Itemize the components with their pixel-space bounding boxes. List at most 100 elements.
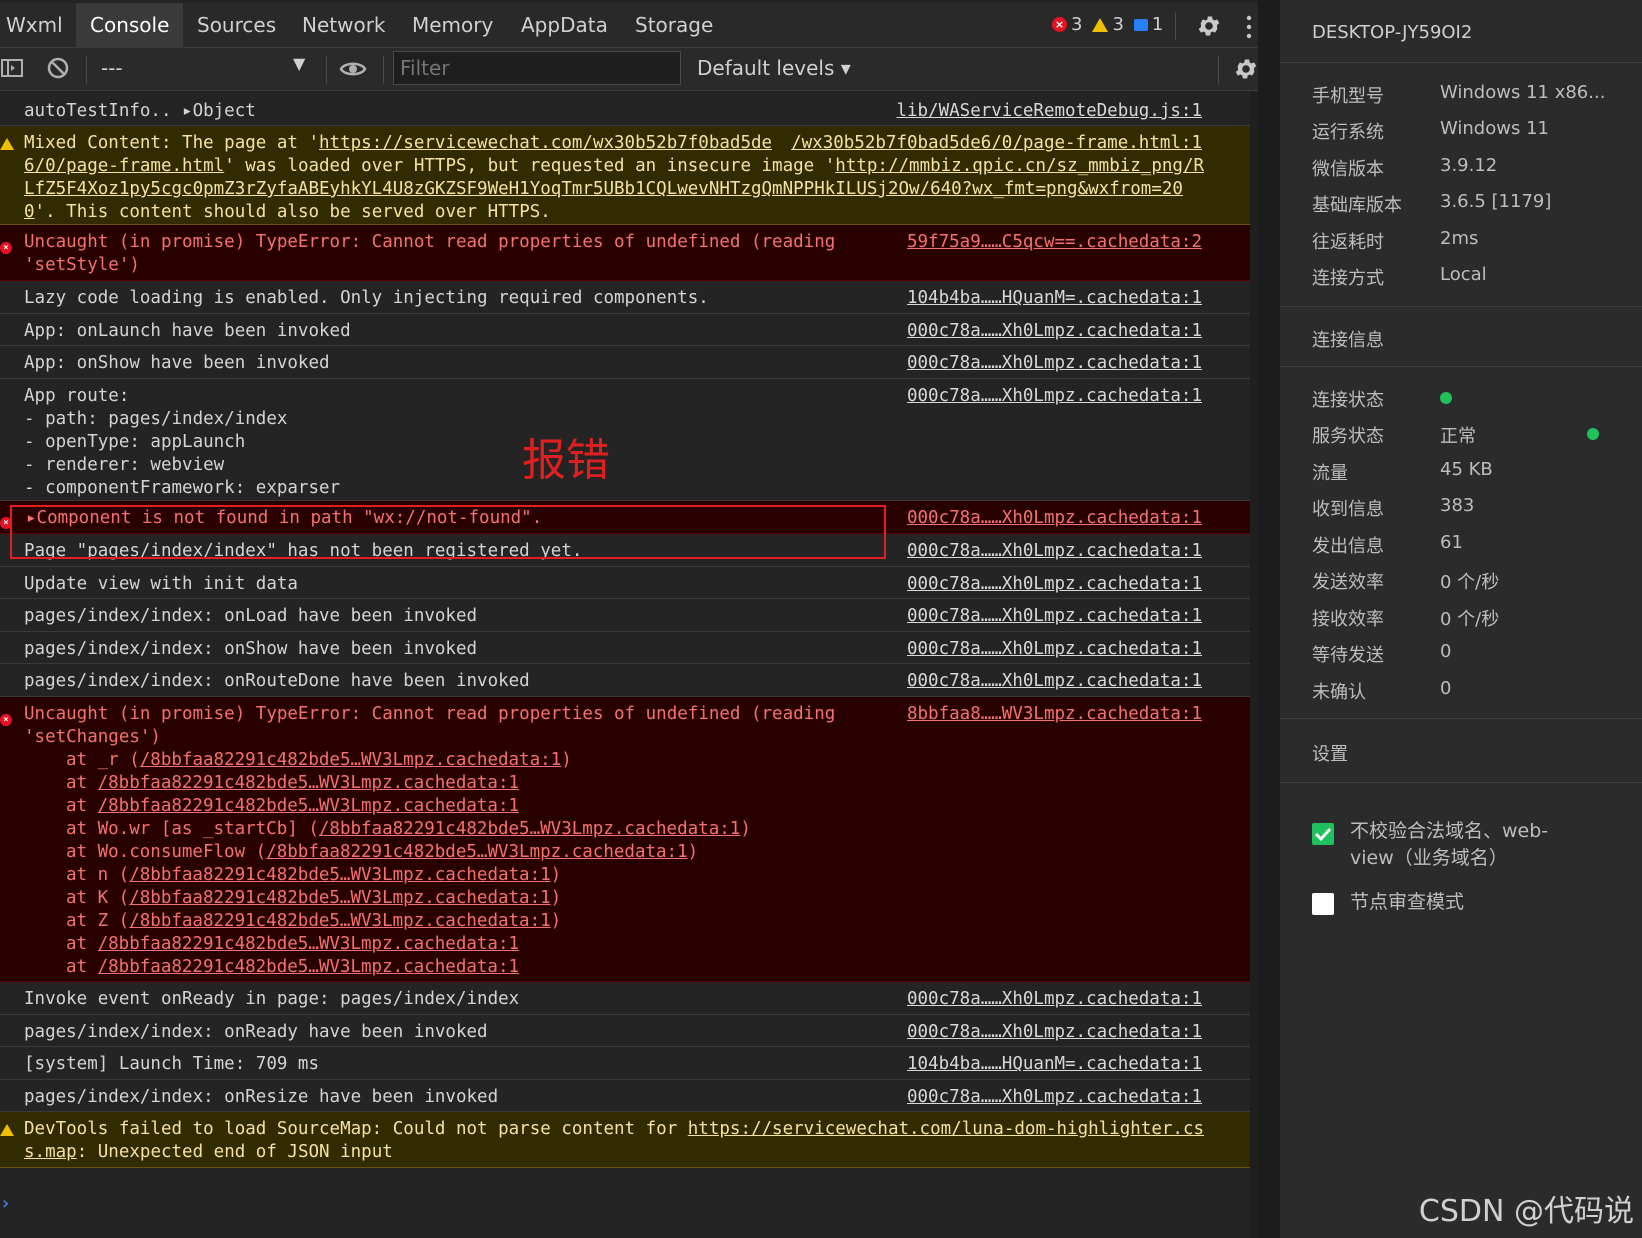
- issue-counter[interactable]: × 3 3 1: [1052, 14, 1163, 35]
- error-row: × Uncaught (in promise) TypeError: Canno…: [0, 225, 1250, 281]
- connected-status-dot: [1440, 392, 1452, 404]
- log-levels-dropdown[interactable]: Default levels ▾: [697, 56, 851, 80]
- service-status-dot: [1587, 428, 1599, 440]
- live-expression-eye-icon[interactable]: [339, 58, 367, 80]
- unacknowledged: 未确认 0: [1312, 678, 1452, 703]
- sourcemap-url-link[interactable]: https://servicewechat.com/luna-dom-highl…: [688, 1119, 1204, 1139]
- page-url-link[interactable]: https://servicewechat.com/wx30b52b7f0bad…: [319, 133, 772, 153]
- stack-frame-link[interactable]: /8bbfaa82291c482bde5…WV3Lmpz.cachedata:1: [129, 865, 550, 885]
- tab-memory[interactable]: Memory: [398, 3, 507, 48]
- tab-wxml[interactable]: Wxml: [0, 3, 77, 48]
- tab-storage[interactable]: Storage: [621, 3, 727, 48]
- stack-frame-link[interactable]: /8bbfaa82291c482bde5…WV3Lmpz.cachedata:1: [98, 934, 519, 954]
- log-row: Update view with init data 000c78a……Xh0L…: [0, 567, 1250, 599]
- conn-status: 连接状态: [1312, 386, 1452, 412]
- tab-network[interactable]: Network: [288, 3, 400, 48]
- divider: [1280, 366, 1642, 367]
- node-inspect-checkbox[interactable]: [1312, 893, 1334, 915]
- stack-trace: at _r (/8bbfaa82291c482bde5…WV3Lmpz.cach…: [66, 749, 751, 979]
- watermark: CSDN @代码说: [1418, 1194, 1634, 1229]
- filter-input[interactable]: [393, 51, 681, 85]
- source-link[interactable]: 104b4ba……HQuanM=.cachedata:1: [907, 1053, 1202, 1076]
- warning-count: 3: [1112, 14, 1124, 35]
- source-link[interactable]: /wx30b52b7f0bad5de6/0/page-frame.html:1: [791, 132, 1202, 155]
- more-menu-icon[interactable]: [1245, 15, 1253, 39]
- message-icon: [1133, 18, 1148, 31]
- page-url-link[interactable]: 6/0/page-frame.html: [24, 156, 224, 176]
- context-selector[interactable]: ---: [101, 56, 123, 80]
- console-scrollbar[interactable]: [1250, 92, 1258, 1238]
- log-row: Invoke event onReady in page: pages/inde…: [0, 982, 1250, 1015]
- console-prompt-icon[interactable]: ›: [2, 1193, 9, 1214]
- context-dropdown-icon[interactable]: ▼: [293, 54, 305, 73]
- skip-domain-check-label[interactable]: 不校验合法域名、web- view（业务域名）: [1350, 818, 1548, 872]
- divider: [1280, 718, 1642, 719]
- panel-divider[interactable]: [1258, 0, 1280, 1238]
- source-link[interactable]: 000c78a……Xh0Lmpz.cachedata:1: [907, 988, 1202, 1011]
- divider: [1280, 306, 1642, 307]
- log-message: pages/index/index: onLoad have been invo…: [24, 606, 478, 626]
- log-row: Lazy code loading is enabled. Only injec…: [0, 281, 1250, 314]
- source-link[interactable]: 000c78a……Xh0Lmpz.cachedata:1: [907, 573, 1202, 596]
- skip-domain-check-checkbox[interactable]: [1312, 823, 1334, 845]
- image-url-link[interactable]: 0: [24, 202, 35, 222]
- console-toolbar: --- ▼ Default levels ▾: [0, 48, 1258, 91]
- sent-messages: 发出信息 61: [1312, 532, 1463, 557]
- stack-frame-link[interactable]: /8bbfaa82291c482bde5…WV3Lmpz.cachedata:1: [129, 888, 550, 908]
- console-settings-gear-icon[interactable]: [1233, 56, 1259, 82]
- source-link[interactable]: 000c78a……Xh0Lmpz.cachedata:1: [907, 605, 1202, 628]
- info-latency: 往返耗时 2ms: [1312, 228, 1479, 253]
- stack-frame-link[interactable]: /8bbfaa82291c482bde5…WV3Lmpz.cachedata:1: [98, 957, 519, 977]
- tab-console[interactable]: Console: [76, 3, 184, 48]
- source-link[interactable]: 000c78a……Xh0Lmpz.cachedata:1: [907, 320, 1202, 343]
- source-link[interactable]: 59f75a9……C5qcw==.cachedata:2: [907, 231, 1202, 254]
- stack-frame: at K (/8bbfaa82291c482bde5…WV3Lmpz.cache…: [66, 888, 562, 908]
- settings-gear-icon[interactable]: [1196, 13, 1222, 39]
- log-message[interactable]: autoTestInfo.. ▸Object: [24, 100, 256, 123]
- log-message: pages/index/index: onResize have been in…: [24, 1087, 499, 1107]
- source-link[interactable]: 000c78a……Xh0Lmpz.cachedata:1: [907, 1021, 1202, 1044]
- clear-console-icon[interactable]: [46, 56, 70, 80]
- checkmark-icon: [1314, 827, 1332, 842]
- error-annotation: 报错: [522, 435, 610, 486]
- tab-appdata[interactable]: AppData: [507, 3, 622, 48]
- stack-frame: at Z (/8bbfaa82291c482bde5…WV3Lmpz.cache…: [66, 911, 562, 931]
- stack-frame-link[interactable]: /8bbfaa82291c482bde5…WV3Lmpz.cachedata:1: [140, 750, 561, 770]
- stack-frame-link[interactable]: /8bbfaa82291c482bde5…WV3Lmpz.cachedata:1: [266, 842, 687, 862]
- source-link[interactable]: 000c78a……Xh0Lmpz.cachedata:1: [907, 638, 1202, 661]
- stack-frame-link[interactable]: /8bbfaa82291c482bde5…WV3Lmpz.cachedata:1: [98, 773, 519, 793]
- log-row: pages/index/index: onLoad have been invo…: [0, 599, 1250, 632]
- source-link[interactable]: 000c78a……Xh0Lmpz.cachedata:1: [907, 540, 1202, 563]
- source-link[interactable]: 000c78a……Xh0Lmpz.cachedata:1: [907, 507, 1202, 530]
- log-message: App route: - path: pages/index/index - o…: [24, 386, 341, 498]
- devtools-tab-bar: Wxml Console Sources Network Memory AppD…: [0, 3, 1258, 48]
- settings-title: 设置: [1312, 744, 1348, 765]
- image-url-link[interactable]: http://mmbiz.qpic.cn/sz_mmbiz_png/R: [835, 156, 1204, 176]
- log-message: Invoke event onReady in page: pages/inde…: [24, 989, 520, 1009]
- source-link[interactable]: 000c78a……Xh0Lmpz.cachedata:1: [907, 670, 1202, 693]
- console-log: autoTestInfo.. ▸Object lib/WAServiceRemo…: [0, 92, 1250, 1238]
- stack-frame: at Wo.consumeFlow (/8bbfaa82291c482bde5……: [66, 842, 699, 862]
- source-link[interactable]: 000c78a……Xh0Lmpz.cachedata:1: [907, 1086, 1202, 1109]
- warning-icon: [0, 1120, 14, 1143]
- debug-info-panel: DESKTOP-JY59OI2 手机型号 Windows 11 x86... 运行…: [1280, 0, 1642, 1238]
- log-message: Update view with init data: [24, 574, 298, 594]
- sourcemap-url-link[interactable]: s.map: [24, 1142, 77, 1162]
- source-link[interactable]: 104b4ba……HQuanM=.cachedata:1: [907, 287, 1202, 310]
- sidebar-toggle-icon[interactable]: [0, 56, 24, 80]
- log-row: App route: - path: pages/index/index - o…: [0, 379, 1250, 501]
- stack-frame-link[interactable]: /8bbfaa82291c482bde5…WV3Lmpz.cachedata:1: [129, 911, 550, 931]
- source-link[interactable]: 000c78a……Xh0Lmpz.cachedata:1: [907, 352, 1202, 375]
- stack-frame-link[interactable]: /8bbfaa82291c482bde5…WV3Lmpz.cachedata:1: [319, 819, 740, 839]
- image-url-link[interactable]: LfZ5F4Xoz1py5cgc0pmZ3rZyfaABEyhkYL4U8zGK…: [24, 179, 1183, 199]
- stack-frame-link[interactable]: /8bbfaa82291c482bde5…WV3Lmpz.cachedata:1: [98, 796, 519, 816]
- source-link[interactable]: lib/WAServiceRemoteDebug.js:1: [896, 100, 1202, 123]
- stack-frame: at n (/8bbfaa82291c482bde5…WV3Lmpz.cache…: [66, 865, 562, 885]
- node-inspect-label[interactable]: 节点审查模式: [1350, 889, 1464, 916]
- source-link[interactable]: 000c78a……Xh0Lmpz.cachedata:1: [907, 385, 1202, 408]
- source-link[interactable]: 8bbfaa8……WV3Lmpz.cachedata:1: [907, 703, 1202, 726]
- received-messages: 收到信息 383: [1312, 495, 1475, 520]
- divider: [326, 56, 327, 84]
- pending-send: 等待发送 0: [1312, 641, 1452, 666]
- tab-sources[interactable]: Sources: [183, 3, 290, 48]
